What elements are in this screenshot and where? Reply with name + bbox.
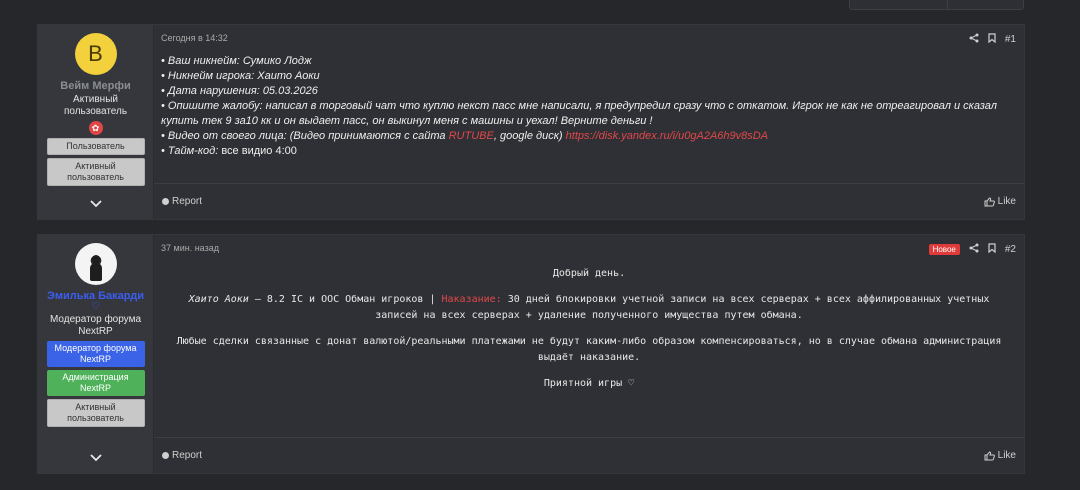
timecode-value: все видио 4:00 [221,145,297,157]
share-icon[interactable] [969,33,979,46]
post-2: Эмилька Бакарди ♡ Модератор форума NextR… [37,234,1025,474]
bookmark-icon[interactable] [988,33,996,46]
like-button[interactable]: Like [984,450,1016,461]
avatar[interactable]: B [74,33,117,75]
user-title-line: пользователь [63,106,128,117]
timecode-line: • Тайм-код: все видио 4:00 [161,144,1021,159]
user-card: B Вейм Мерфи Активный пользователь ✿ Пол… [38,25,154,219]
user-title-line: NextRP [78,326,113,337]
report-label: Report [172,450,203,461]
thumbs-up-icon [984,450,995,460]
like-label: Like [997,450,1016,461]
top-toolbar-stub [849,0,1024,10]
post-content: 37 мин. назад Новое #2 Добрый день. Хаит… [154,235,1024,473]
report-button[interactable]: Report [162,196,202,207]
heart-icon: ♡ [91,301,100,312]
thumbs-up-icon [984,196,995,206]
bookmark-icon[interactable] [988,243,996,256]
trophy-icon[interactable]: ✿ [88,121,103,135]
toolbar-divider [947,0,948,9]
user-card: Эмилька Бакарди ♡ Модератор форума NextR… [38,235,154,473]
post-number[interactable]: #2 [1005,244,1016,255]
like-label: Like [997,196,1016,207]
username[interactable]: Вейм Мерфи [60,80,130,92]
video-line: • Видео от своего лица: (Видео принимают… [161,129,1021,144]
chevron-down-icon[interactable] [89,197,102,211]
like-button[interactable]: Like [984,196,1016,207]
post-actions: #1 [969,33,1016,46]
user-title-line: Активный [73,94,118,105]
post-footer: Report Like [154,437,1024,473]
verdict-rule: – 8.2 IC и OOC Обман игроков | [248,294,442,305]
user-banner: Пользователь [46,138,145,155]
greeting: Добрый день. [552,268,626,279]
closing: Приятной игры ♡ [543,378,635,389]
avatar[interactable] [74,243,117,285]
timecode-label: • Тайм-код: [161,145,222,157]
user-banner: Активный пользователь [46,399,145,427]
complaint-line: • Дата нарушения: 05.03.2026 [161,85,318,97]
video-label: • Видео от своего лица: (Видео принимают… [161,130,449,142]
new-badge: Новое [928,244,960,255]
report-button[interactable]: Report [162,450,202,461]
user-title-line: Модератор форума [49,314,141,325]
video-rest: , google диск) [493,130,566,142]
user-title: Модератор форума NextRP [50,314,141,338]
user-banner: Модератор форума NextRP [46,341,145,367]
chevron-down-icon[interactable] [89,451,102,465]
notice: Любые сделки связанные с донат валютой/р… [176,336,1002,363]
post-content: Сегодня в 14:32 #1 • Ваш никнейм: Сумико… [154,25,1024,219]
post-time[interactable]: 37 мин. назад [161,243,219,253]
post-1: B Вейм Мерфи Активный пользователь ✿ Пол… [37,24,1025,220]
report-icon [162,198,169,205]
post-number[interactable]: #1 [1005,34,1016,45]
rutube-text: RUTUBE [448,130,494,142]
post-body: • Ваш никнейм: Сумико Лодж • Никнейм игр… [161,54,1021,159]
verdict: Хаито Аоки – 8.2 IC и OOC Обман игроков … [174,292,1004,324]
user-title: Активный пользователь [64,94,127,118]
complaint-line: • Опишите жалобу: написал в торговый чат… [161,100,997,127]
user-banner: Активный пользователь [46,158,145,186]
share-icon[interactable] [969,243,979,256]
video-link[interactable]: https://disk.yandex.ru/i/u0gA2A6h9v8sDA [566,130,768,142]
post-time[interactable]: Сегодня в 14:32 [161,33,228,43]
post-body: Добрый день. Хаито Аоки – 8.2 IC и OOC О… [174,266,1004,402]
post-footer: Report Like [154,183,1024,219]
report-icon [162,452,169,459]
complaint-line: • Никнейм игрока: Хаито Аоки [161,70,320,82]
verdict-name: Хаито Аоки [188,294,249,305]
user-banner: Администрация NextRP [46,370,145,396]
complaint-line: • Ваш никнейм: Сумико Лодж [161,55,312,67]
post-actions: Новое #2 [928,243,1016,256]
report-label: Report [172,196,203,207]
verdict-label: Наказание: [441,294,502,305]
